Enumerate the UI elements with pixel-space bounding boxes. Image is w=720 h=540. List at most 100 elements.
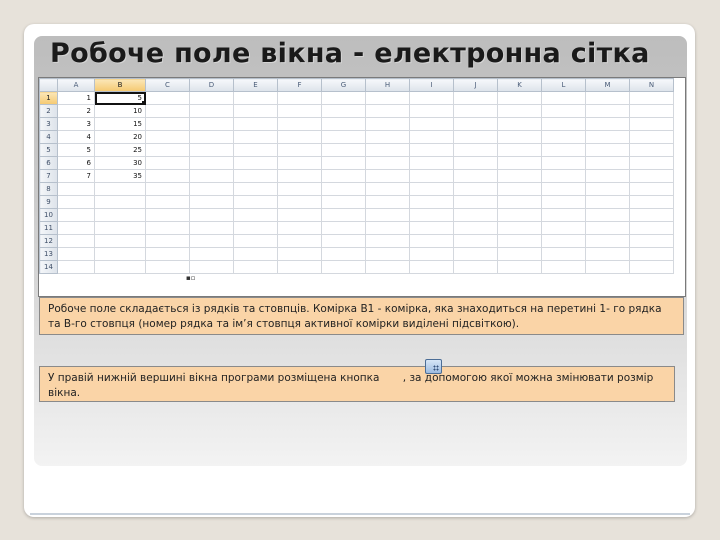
cell-b10[interactable] <box>94 208 146 222</box>
spreadsheet-grid[interactable]: A B C D E F G H I J K L M N 1 1 5 2 2 10 3 3 15 4 4 20 5 5 25 6 6 30 7 7 3… <box>38 77 686 297</box>
cell-a10[interactable] <box>57 208 95 222</box>
row-header-2[interactable]: 2 <box>39 104 58 118</box>
cell-d10[interactable] <box>189 208 234 222</box>
column-header-e[interactable]: E <box>233 78 278 92</box>
cell-c13[interactable] <box>145 247 190 261</box>
column-header-n[interactable]: N <box>629 78 674 92</box>
cell-m7[interactable] <box>585 169 630 183</box>
column-header-b[interactable]: B <box>94 78 146 92</box>
cell-e14[interactable] <box>233 260 278 274</box>
cell-e1[interactable] <box>233 91 278 105</box>
paste-options-icon[interactable]: ▪▫ <box>186 274 196 283</box>
cell-a6[interactable]: 6 <box>57 156 95 170</box>
cell-e11[interactable] <box>233 221 278 235</box>
cell-j14[interactable] <box>453 260 498 274</box>
cell-l8[interactable] <box>541 182 586 196</box>
row-header-4[interactable]: 4 <box>39 130 58 144</box>
cell-i2[interactable] <box>409 104 454 118</box>
column-header-m[interactable]: M <box>585 78 630 92</box>
cell-g7[interactable] <box>321 169 366 183</box>
cell-b13[interactable] <box>94 247 146 261</box>
cell-c3[interactable] <box>145 117 190 131</box>
cell-n13[interactable] <box>629 247 674 261</box>
cell-e7[interactable] <box>233 169 278 183</box>
cell-d14[interactable] <box>189 260 234 274</box>
cell-d2[interactable] <box>189 104 234 118</box>
column-header-l[interactable]: L <box>541 78 586 92</box>
cell-h8[interactable] <box>365 182 410 196</box>
row-header-10[interactable]: 10 <box>39 208 58 222</box>
cell-a1[interactable]: 1 <box>57 91 95 105</box>
cell-c8[interactable] <box>145 182 190 196</box>
cell-i5[interactable] <box>409 143 454 157</box>
row-header-3[interactable]: 3 <box>39 117 58 131</box>
cell-f14[interactable] <box>277 260 322 274</box>
cell-e4[interactable] <box>233 130 278 144</box>
cell-l11[interactable] <box>541 221 586 235</box>
cell-j9[interactable] <box>453 195 498 209</box>
cell-g4[interactable] <box>321 130 366 144</box>
cell-k8[interactable] <box>497 182 542 196</box>
cell-f7[interactable] <box>277 169 322 183</box>
cell-e5[interactable] <box>233 143 278 157</box>
cell-f8[interactable] <box>277 182 322 196</box>
cell-i9[interactable] <box>409 195 454 209</box>
cell-a11[interactable] <box>57 221 95 235</box>
column-header-j[interactable]: J <box>453 78 498 92</box>
cell-j2[interactable] <box>453 104 498 118</box>
row-header-7[interactable]: 7 <box>39 169 58 183</box>
cell-d11[interactable] <box>189 221 234 235</box>
cell-l6[interactable] <box>541 156 586 170</box>
row-header-5[interactable]: 5 <box>39 143 58 157</box>
cell-l4[interactable] <box>541 130 586 144</box>
cell-n8[interactable] <box>629 182 674 196</box>
cell-b6[interactable]: 30 <box>94 156 146 170</box>
column-header-i[interactable]: I <box>409 78 454 92</box>
cell-m4[interactable] <box>585 130 630 144</box>
select-all-corner[interactable] <box>39 78 58 92</box>
cell-m9[interactable] <box>585 195 630 209</box>
column-header-g[interactable]: G <box>321 78 366 92</box>
cell-m10[interactable] <box>585 208 630 222</box>
cell-f9[interactable] <box>277 195 322 209</box>
row-header-12[interactable]: 12 <box>39 234 58 248</box>
cell-f11[interactable] <box>277 221 322 235</box>
cell-m3[interactable] <box>585 117 630 131</box>
cell-d12[interactable] <box>189 234 234 248</box>
cell-g14[interactable] <box>321 260 366 274</box>
cell-h3[interactable] <box>365 117 410 131</box>
cell-g2[interactable] <box>321 104 366 118</box>
cell-k1[interactable] <box>497 91 542 105</box>
cell-j11[interactable] <box>453 221 498 235</box>
cell-j7[interactable] <box>453 169 498 183</box>
cell-c2[interactable] <box>145 104 190 118</box>
cell-n2[interactable] <box>629 104 674 118</box>
cell-c14[interactable] <box>145 260 190 274</box>
cell-g1[interactable] <box>321 91 366 105</box>
cell-h13[interactable] <box>365 247 410 261</box>
cell-g13[interactable] <box>321 247 366 261</box>
cell-e6[interactable] <box>233 156 278 170</box>
cell-c11[interactable] <box>145 221 190 235</box>
row-header-8[interactable]: 8 <box>39 182 58 196</box>
cell-m5[interactable] <box>585 143 630 157</box>
cell-c4[interactable] <box>145 130 190 144</box>
cell-g8[interactable] <box>321 182 366 196</box>
cell-h14[interactable] <box>365 260 410 274</box>
cell-l3[interactable] <box>541 117 586 131</box>
column-header-f[interactable]: F <box>277 78 322 92</box>
cell-m2[interactable] <box>585 104 630 118</box>
cell-e13[interactable] <box>233 247 278 261</box>
cell-b7[interactable]: 35 <box>94 169 146 183</box>
cell-d3[interactable] <box>189 117 234 131</box>
cell-n7[interactable] <box>629 169 674 183</box>
cell-m12[interactable] <box>585 234 630 248</box>
cell-i7[interactable] <box>409 169 454 183</box>
cell-b8[interactable] <box>94 182 146 196</box>
cell-d1[interactable] <box>189 91 234 105</box>
cell-i8[interactable] <box>409 182 454 196</box>
cell-f1[interactable] <box>277 91 322 105</box>
cell-b1[interactable]: 5 <box>94 91 146 105</box>
column-header-d[interactable]: D <box>189 78 234 92</box>
cell-i4[interactable] <box>409 130 454 144</box>
